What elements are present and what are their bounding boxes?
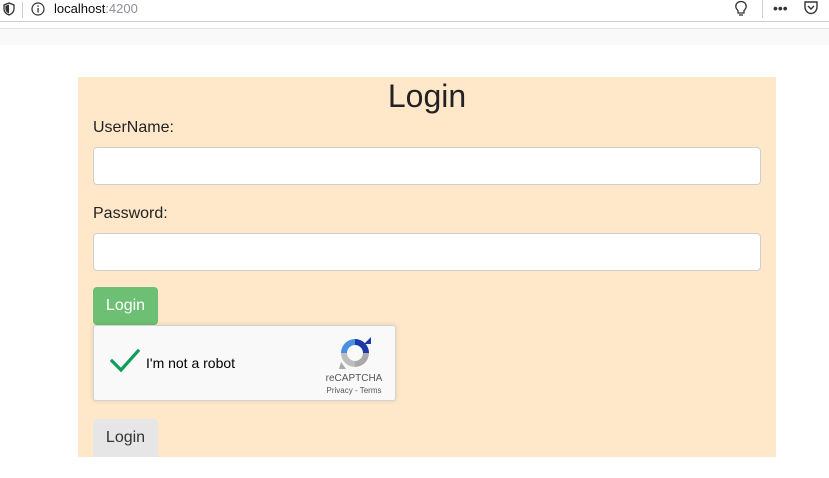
address-bar[interactable]: localhost:4200 ••• [0, 0, 829, 22]
divider [22, 2, 23, 18]
password-label: Password: [93, 205, 168, 222]
shield-icon[interactable] [3, 2, 15, 16]
password-input[interactable] [93, 233, 761, 271]
login-button[interactable]: Login [93, 287, 158, 325]
username-label: UserName: [93, 119, 174, 136]
divider [762, 0, 763, 18]
recaptcha-brand: reCAPTCHA [325, 373, 383, 384]
recaptcha-logo-icon [339, 337, 371, 369]
page-title: Login [387, 78, 467, 114]
recaptcha-widget: I'm not a robot reCAPTCHA Privacy - Term… [93, 325, 396, 401]
info-icon[interactable] [31, 2, 45, 16]
url-host: localhost [54, 1, 106, 16]
url-text[interactable]: localhost:4200 [54, 1, 138, 17]
url-port: :4200 [105, 1, 138, 16]
overflow-menu-icon[interactable]: ••• [773, 1, 788, 15]
pocket-icon[interactable] [803, 0, 819, 16]
recaptcha-links[interactable]: Privacy - Terms [318, 386, 390, 395]
login-card: Login UserName: Password: Login I'm not … [78, 77, 776, 457]
recaptcha-label: I'm not a robot [146, 355, 236, 371]
username-input[interactable] [93, 147, 761, 185]
secondary-login-button[interactable]: Login [93, 419, 158, 457]
toolbar-strip [0, 28, 829, 45]
lightbulb-icon[interactable] [733, 0, 749, 18]
checkmark-icon[interactable] [110, 348, 140, 374]
